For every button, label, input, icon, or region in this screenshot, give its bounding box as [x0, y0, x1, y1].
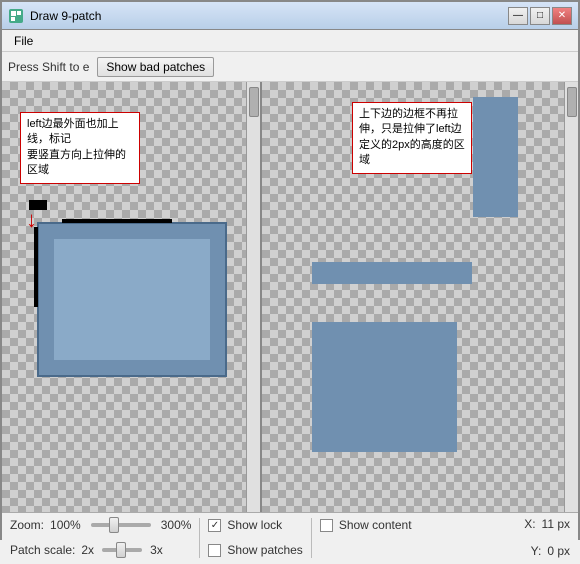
minimize-button[interactable]: — [508, 7, 528, 25]
divider-1 [199, 518, 200, 558]
show-content-section: Show content [320, 513, 412, 563]
preview-patch-wide [312, 262, 472, 284]
main-area: left边最外面也加上线，标记 要竖直方向上拉伸的区域 ↓ 上下边的边框不再拉伸… [2, 82, 578, 512]
show-lock-checkbox[interactable] [208, 519, 221, 532]
bad-patches-button[interactable]: Show bad patches [97, 57, 214, 77]
maximize-button[interactable]: □ [530, 7, 550, 25]
toolbar: Press Shift to e Show bad patches [2, 52, 578, 82]
statusbar: Zoom: 100% 300% Patch scale: 2x 3x Show … [2, 512, 578, 562]
show-lock-label: Show lock [227, 518, 282, 532]
annotation-right: 上下边的边框不再拉伸，只是拉伸了left边定义的2px的高度的区域 [352, 102, 472, 174]
close-button[interactable]: ✕ [552, 7, 572, 25]
show-content-checkbox[interactable] [320, 519, 333, 532]
top-stretch-line [62, 219, 172, 223]
titlebar: Draw 9-patch — □ ✕ [2, 2, 578, 30]
menubar: File [2, 30, 578, 52]
zoom-slider-thumb[interactable] [109, 517, 119, 533]
patch-scale-max: 3x [150, 543, 163, 557]
left-stretch-line [34, 227, 38, 307]
show-patches-line: Show patches [208, 538, 302, 563]
preview-patch-tall [473, 97, 518, 217]
patch-scale-thumb[interactable] [116, 542, 126, 558]
y-label: Y: [531, 544, 542, 558]
y-coord-line: Y: 0 px [531, 539, 570, 564]
app-icon [8, 8, 24, 24]
coordinates-section: X: 11 px Y: 0 px [524, 512, 570, 564]
right-scrollbar-thumb[interactable] [567, 87, 577, 117]
patch-scale-line: Patch scale: 2x 3x [10, 538, 191, 563]
titlebar-left: Draw 9-patch [8, 8, 101, 24]
annotation-left: left边最外面也加上线，标记 要竖直方向上拉伸的区域 [20, 112, 140, 184]
zoom-max-label: 300% [161, 518, 192, 532]
right-scrollbar[interactable] [564, 82, 578, 512]
left-scrollbar[interactable] [246, 82, 260, 512]
right-preview-panel[interactable]: 上下边的边框不再拉伸，只是拉伸了left边定义的2px的高度的区域 [262, 82, 578, 512]
patch-indicator-dot [29, 200, 47, 210]
left-editor-panel[interactable]: left边最外面也加上线，标记 要竖直方向上拉伸的区域 ↓ [2, 82, 262, 512]
zoom-slider[interactable] [91, 517, 151, 533]
window-title: Draw 9-patch [30, 9, 101, 23]
divider-2 [311, 518, 312, 558]
left-scrollbar-thumb[interactable] [249, 87, 259, 117]
show-content-label: Show content [339, 518, 412, 532]
patch-scale-slider[interactable] [102, 542, 142, 558]
zoom-section: Zoom: 100% 300% Patch scale: 2x 3x [10, 513, 191, 563]
show-lock-line: Show lock [208, 513, 302, 538]
zoom-line: Zoom: 100% 300% [10, 513, 191, 538]
y-value: 0 px [547, 544, 570, 558]
show-patches-checkbox[interactable] [208, 544, 221, 557]
menu-file[interactable]: File [6, 32, 41, 50]
zoom-slider-track [91, 523, 151, 527]
x-label: X: [524, 517, 535, 531]
x-coord-line: X: 11 px [524, 512, 570, 537]
window-controls: — □ ✕ [508, 7, 572, 25]
zoom-value: 100% [50, 518, 81, 532]
arrow-indicator: ↓ [26, 207, 37, 233]
zoom-label: Zoom: [10, 518, 44, 532]
show-patches-label: Show patches [227, 543, 302, 557]
checkboxes-section: Show lock Show patches [208, 513, 302, 563]
ninepatch-inner [54, 239, 210, 360]
toolbar-hint: Press Shift to e [8, 60, 89, 74]
preview-patch-square [312, 322, 457, 452]
x-value: 11 px [542, 517, 570, 531]
ninepatch-image [37, 222, 227, 377]
patch-scale-min: 2x [81, 543, 94, 557]
patch-scale-label: Patch scale: [10, 543, 75, 557]
show-content-line: Show content [320, 513, 412, 538]
